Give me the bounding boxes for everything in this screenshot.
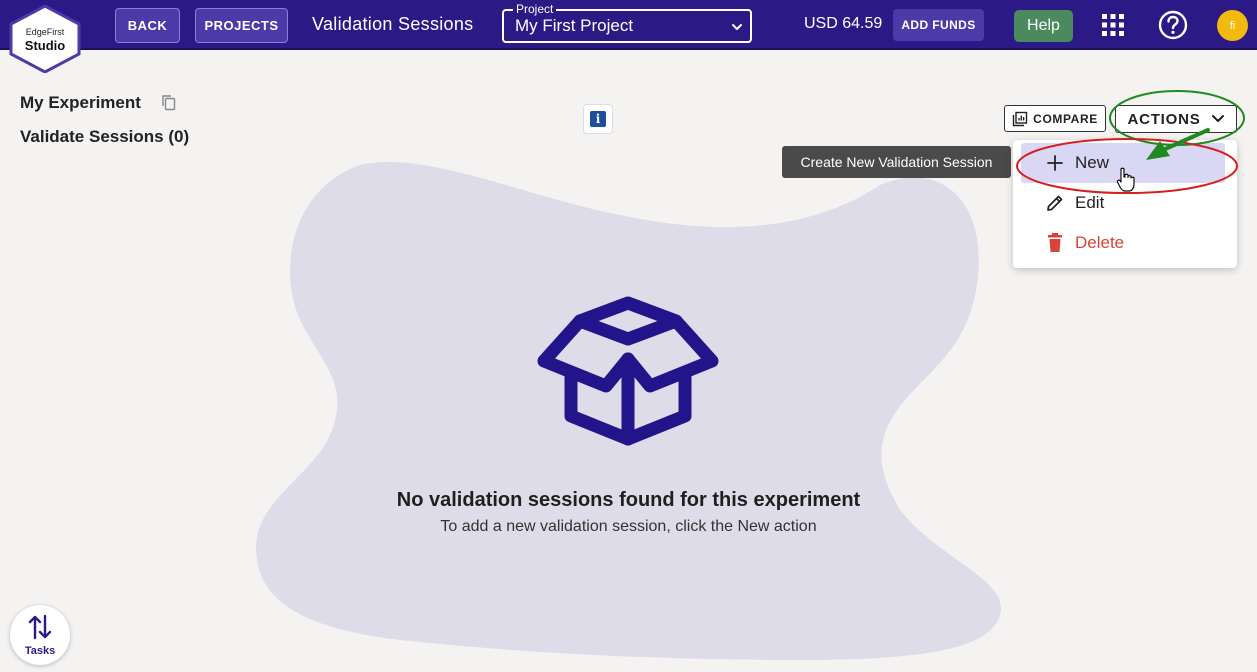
back-button[interactable]: BACK (115, 8, 180, 43)
menu-item-label: New (1075, 153, 1110, 172)
logo-line2: Studio (24, 38, 66, 53)
empty-state-subtitle: To add a new validation session, click t… (440, 518, 817, 535)
compare-chart-icon (1012, 111, 1028, 126)
menu-item-label: Delete (1075, 233, 1125, 252)
chevron-down-icon (1211, 115, 1224, 122)
actions-button[interactable]: ACTIONS (1115, 105, 1237, 133)
app-root: EdgeFirst Studio BACK PROJECTS Validatio… (0, 0, 1257, 672)
projects-button[interactable]: PROJECTS (195, 8, 288, 43)
menu-item-label: Edit (1075, 193, 1105, 212)
add-funds-button[interactable]: ADD FUNDS (893, 9, 984, 41)
project-select-label: Project (513, 2, 557, 16)
studio-logo[interactable]: EdgeFirst Studio (6, 5, 84, 73)
trash-icon (1043, 233, 1067, 253)
plus-icon (1043, 155, 1067, 171)
apps-grid-icon[interactable] (1102, 14, 1124, 36)
menu-item-edit[interactable]: Edit (1021, 183, 1225, 223)
page-title: Validation Sessions (312, 14, 474, 34)
account-balance: USD 64.59 (804, 15, 883, 32)
avatar[interactable]: fi (1217, 10, 1248, 41)
tasks-button[interactable]: Tasks (10, 605, 70, 665)
compare-label: COMPARE (1033, 111, 1098, 126)
top-bar: EdgeFirst Studio BACK PROJECTS Validatio… (0, 0, 1257, 73)
tasks-label: Tasks (24, 645, 56, 657)
empty-state-title: No validation sessions found for this ex… (396, 489, 861, 511)
info-button[interactable]: i (583, 104, 613, 134)
actions-label: ACTIONS (1127, 110, 1201, 128)
tooltip: Create New Validation Session (782, 146, 1011, 178)
project-select[interactable]: Project My First Project (502, 2, 752, 43)
sessions-heading: Validate Sessions (0) (20, 127, 190, 146)
copy-icon[interactable] (161, 94, 177, 111)
info-icon: i (590, 111, 606, 127)
logo-line1: EdgeFirst (25, 27, 65, 37)
open-box-icon (537, 296, 719, 446)
chevron-down-icon (732, 24, 742, 30)
actions-menu: New Edit Delete (1013, 140, 1237, 268)
project-select-value: My First Project (515, 16, 634, 35)
menu-item-new[interactable]: New (1021, 143, 1225, 183)
help-circle-icon[interactable] (1158, 10, 1188, 40)
sort-arrows-icon (28, 614, 52, 640)
pencil-icon (1043, 193, 1067, 213)
experiment-name: My Experiment (20, 93, 141, 112)
help-button[interactable]: Help (1014, 10, 1073, 42)
compare-button[interactable]: COMPARE (1004, 105, 1106, 132)
menu-item-delete[interactable]: Delete (1021, 223, 1225, 263)
